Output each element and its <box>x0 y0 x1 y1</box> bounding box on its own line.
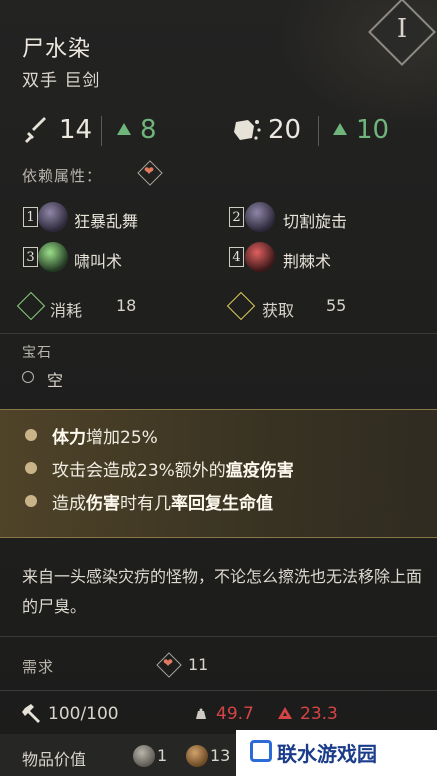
effect-keyword: 伤害 <box>86 494 120 514</box>
item-type: 双手 巨剑 <box>22 71 101 91</box>
limit-triangle-icon <box>278 707 292 719</box>
sword-icon <box>25 117 46 143</box>
hammer-icon <box>22 704 40 723</box>
fist-impact-icon <box>234 120 261 140</box>
divider <box>0 409 437 410</box>
item-description: 来自一头感染灾疠的怪物，不论怎么擦洗也无法移除上面的尸臭。 <box>22 567 423 616</box>
gain-value: 55 <box>326 296 347 315</box>
copper-coin-icon <box>186 745 208 767</box>
divider <box>0 636 437 637</box>
scaling-triangle-icon <box>117 123 131 135</box>
effect-text: 时有几 <box>120 494 171 514</box>
effect-bullet-icon <box>25 462 37 474</box>
requirements-label: 需求 <box>22 658 55 676</box>
effect-line: 攻击会造成23%额外的瘟疫伤害 <box>52 456 294 481</box>
physical-bonus-value: 8 <box>140 115 157 145</box>
item-name: 尸水染 <box>22 37 92 62</box>
skill-name: 狂暴乱舞 <box>74 212 139 231</box>
gain-icon <box>226 291 256 321</box>
skill-icon-cutting-spin <box>245 202 275 232</box>
silver-coin-icon <box>133 745 155 767</box>
watermark-text: 联水游戏园 <box>277 742 377 766</box>
consume-value: 18 <box>116 296 137 315</box>
skill-icon-frenzy <box>38 202 68 232</box>
effect-keyword: 率回复生命值 <box>171 494 273 514</box>
coin-value: 1 <box>157 746 168 765</box>
effect-bullet-icon <box>25 429 37 441</box>
consume-icon <box>16 291 46 321</box>
requirement-value: 11 <box>188 655 209 674</box>
coin-value: 13 <box>210 746 231 765</box>
limit-value: 23.3 <box>300 704 338 724</box>
consume-label: 消耗 <box>50 301 83 320</box>
divider <box>0 690 437 691</box>
heart-icon: ❤ <box>144 164 155 178</box>
skill-name: 啸叫术 <box>74 252 123 271</box>
skill-slot-number: 4 <box>229 247 244 267</box>
watermark-logo-icon <box>250 740 272 762</box>
effect-text: 造成 <box>52 494 86 514</box>
item-value-label: 物品价值 <box>22 750 87 769</box>
skill-icon-thorns <box>245 242 275 272</box>
stagger-bonus-value: 10 <box>356 115 390 145</box>
divider <box>0 537 437 538</box>
skill-name: 荆棘术 <box>283 252 332 271</box>
skill-slot-number: 3 <box>23 247 38 267</box>
scaling-triangle-icon <box>333 123 347 135</box>
skill-slot-number: 2 <box>229 207 244 227</box>
effect-text: 攻击会造成23%额外的 <box>52 461 226 481</box>
effect-line: 造成伤害时有几率回复生命值 <box>52 489 273 514</box>
effect-keyword: 瘟疫伤害 <box>225 461 294 481</box>
effect-keyword: 体力 <box>52 428 86 448</box>
reliance-label: 依赖属性： <box>22 167 103 185</box>
heart-icon: ❤ <box>163 656 174 670</box>
effect-text: 增加25% <box>86 428 158 448</box>
gem-section-label: 宝石 <box>22 345 52 361</box>
gem-slot-text: 空 <box>47 371 64 390</box>
level-badge-text: I <box>396 14 408 44</box>
skill-icon-howl <box>38 242 68 272</box>
weight-value: 49.7 <box>216 704 254 724</box>
durability-value: 100/100 <box>48 704 119 724</box>
gem-slot-empty-icon <box>22 371 34 383</box>
skill-slot-number: 1 <box>23 207 38 227</box>
skill-name: 切割旋击 <box>283 212 348 231</box>
stagger-damage-value: 20 <box>268 115 302 145</box>
item-tooltip-panel: I 尸水染 双手 巨剑 14 8 20 10 依赖属性： ❤ 1 狂暴乱舞 2 … <box>0 0 437 776</box>
physical-damage-value: 14 <box>59 115 93 145</box>
gain-label: 获取 <box>262 301 295 320</box>
weight-icon <box>196 708 206 719</box>
divider <box>0 333 437 334</box>
divider <box>318 116 319 146</box>
effect-line: 体力增加25% <box>52 423 158 448</box>
divider <box>101 116 102 146</box>
effect-bullet-icon <box>25 495 37 507</box>
